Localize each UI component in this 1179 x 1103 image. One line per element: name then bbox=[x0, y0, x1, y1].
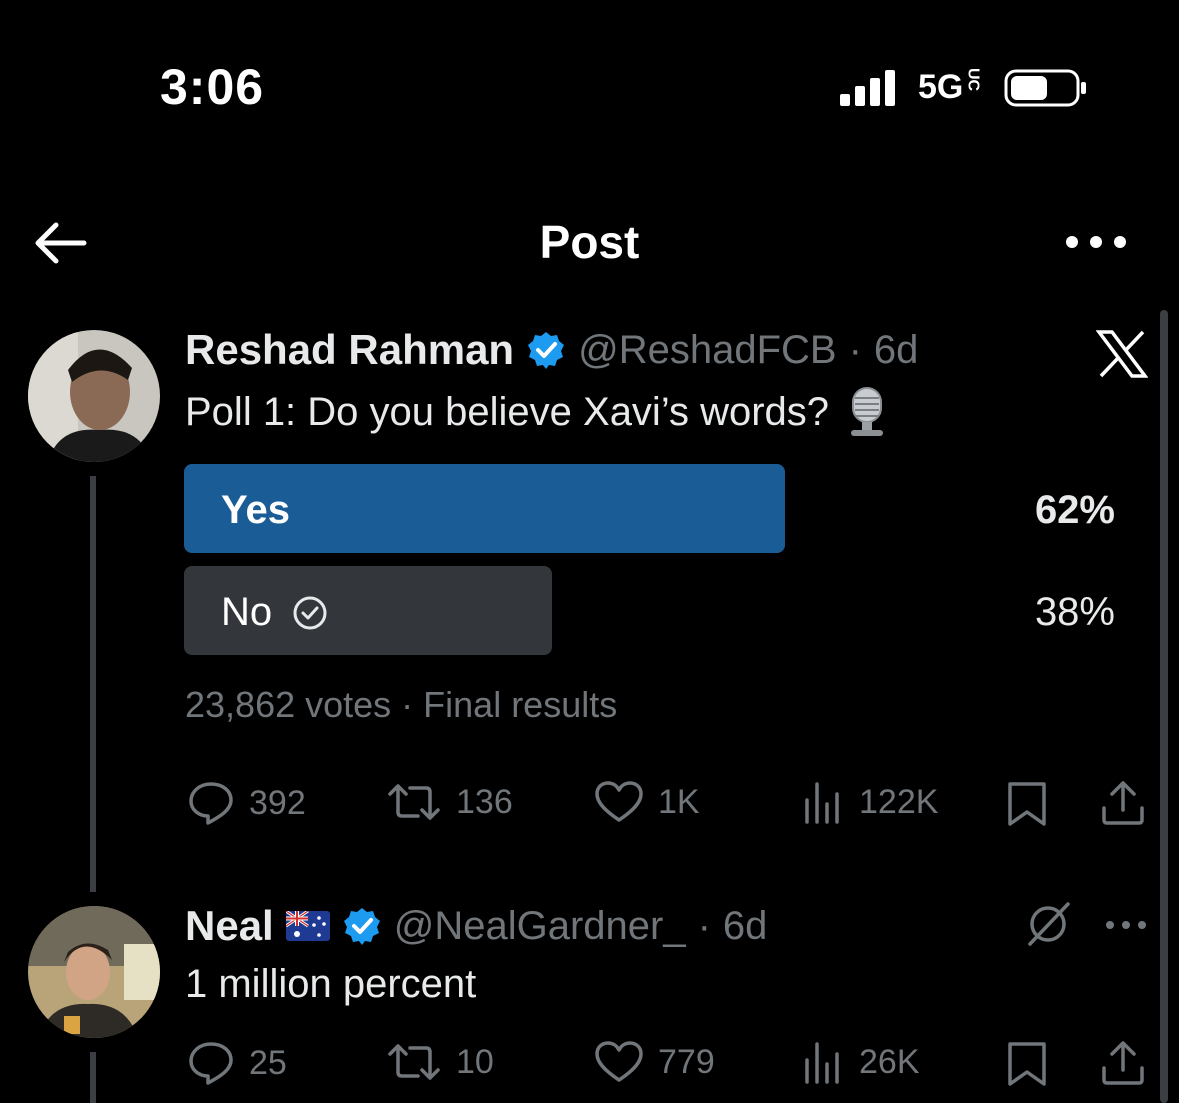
author-handle[interactable]: @ReshadFCB bbox=[578, 328, 836, 373]
reply-time: 6d bbox=[722, 903, 768, 948]
grok-icon[interactable] bbox=[1024, 900, 1072, 948]
poll-option-yes-percent: 62% bbox=[1034, 488, 1115, 532]
more-options-icon[interactable] bbox=[1064, 230, 1128, 254]
reply-button[interactable]: 392 bbox=[187, 780, 306, 826]
separator-dot: · bbox=[697, 903, 711, 948]
check-circle-icon bbox=[293, 596, 327, 629]
post-header: Reshad Rahman @ReshadFCB · 6d bbox=[185, 326, 918, 374]
like-count: 1K bbox=[658, 782, 700, 821]
poll-meta: 23,862 votes · Final results bbox=[185, 684, 618, 725]
bookmark-icon[interactable] bbox=[1006, 782, 1048, 826]
poll-status: Final results bbox=[423, 684, 618, 725]
reply-header: Neal @NealGardner_ · 6d bbox=[185, 902, 767, 950]
views-button[interactable]: 122K bbox=[803, 780, 938, 824]
reply-button[interactable]: 25 bbox=[187, 1040, 287, 1086]
reply-text: 1 million percent bbox=[185, 962, 477, 1006]
poll-option-no-percent: 38% bbox=[1034, 590, 1115, 634]
share-icon[interactable] bbox=[1100, 1040, 1146, 1086]
poll-option-yes-label: Yes bbox=[221, 488, 290, 532]
reply-count: 25 bbox=[249, 1043, 287, 1082]
post-time: 6d bbox=[873, 327, 919, 372]
reply-count: 392 bbox=[249, 783, 306, 822]
network-suffix: UC bbox=[964, 68, 982, 92]
post-text-row: Poll 1: Do you believe Xavi’s words? bbox=[185, 386, 887, 438]
repost-button[interactable]: 10 bbox=[386, 1040, 494, 1084]
scrollbar[interactable] bbox=[1160, 310, 1168, 1103]
avatar[interactable] bbox=[28, 906, 160, 1038]
repost-count: 136 bbox=[456, 782, 513, 821]
post-text: Poll 1: Do you believe Xavi’s words? bbox=[185, 389, 830, 434]
poll-option-no: No bbox=[221, 590, 328, 635]
poll-votes: 23,862 votes bbox=[185, 684, 392, 725]
separator-dot: · bbox=[848, 327, 862, 372]
network-label: 5G bbox=[918, 68, 964, 106]
repost-button[interactable]: 136 bbox=[386, 780, 513, 824]
microphone-emoji-icon bbox=[851, 387, 884, 436]
share-icon[interactable] bbox=[1100, 780, 1146, 826]
more-options-icon[interactable] bbox=[1104, 918, 1148, 932]
bookmark-icon[interactable] bbox=[1006, 1042, 1048, 1086]
author-handle[interactable]: @NealGardner_ bbox=[394, 904, 686, 949]
avatar[interactable] bbox=[28, 330, 160, 462]
views-count: 122K bbox=[859, 782, 939, 821]
thread-line bbox=[90, 476, 96, 892]
verified-badge-icon bbox=[528, 332, 565, 369]
reply-icon bbox=[189, 782, 233, 825]
verified-badge-icon bbox=[343, 908, 380, 945]
views-icon bbox=[805, 782, 839, 824]
like-button[interactable]: 779 bbox=[594, 1040, 715, 1084]
like-count: 779 bbox=[658, 1042, 715, 1081]
network-type: 5GUC bbox=[918, 68, 981, 107]
poll-option-no-label: No bbox=[221, 590, 273, 634]
australia-flag-icon bbox=[285, 911, 330, 941]
views-count: 26K bbox=[859, 1042, 920, 1081]
x-logo-icon bbox=[1096, 330, 1148, 378]
views-button[interactable]: 26K bbox=[803, 1040, 920, 1084]
heart-icon bbox=[595, 1041, 643, 1082]
author-name[interactable]: Reshad Rahman bbox=[185, 326, 514, 374]
status-time: 3:06 bbox=[160, 59, 265, 115]
battery-icon bbox=[1004, 69, 1086, 107]
views-icon bbox=[805, 1042, 839, 1084]
reply-icon bbox=[189, 1042, 233, 1085]
repost-icon bbox=[388, 784, 440, 820]
author-name[interactable]: Neal bbox=[185, 902, 274, 950]
repost-count: 10 bbox=[456, 1042, 494, 1081]
cellular-signal-icon bbox=[840, 70, 895, 106]
like-button[interactable]: 1K bbox=[594, 780, 700, 824]
thread-line bbox=[90, 1052, 96, 1103]
heart-icon bbox=[595, 781, 643, 822]
page-title: Post bbox=[539, 216, 640, 268]
repost-icon bbox=[388, 1044, 440, 1080]
